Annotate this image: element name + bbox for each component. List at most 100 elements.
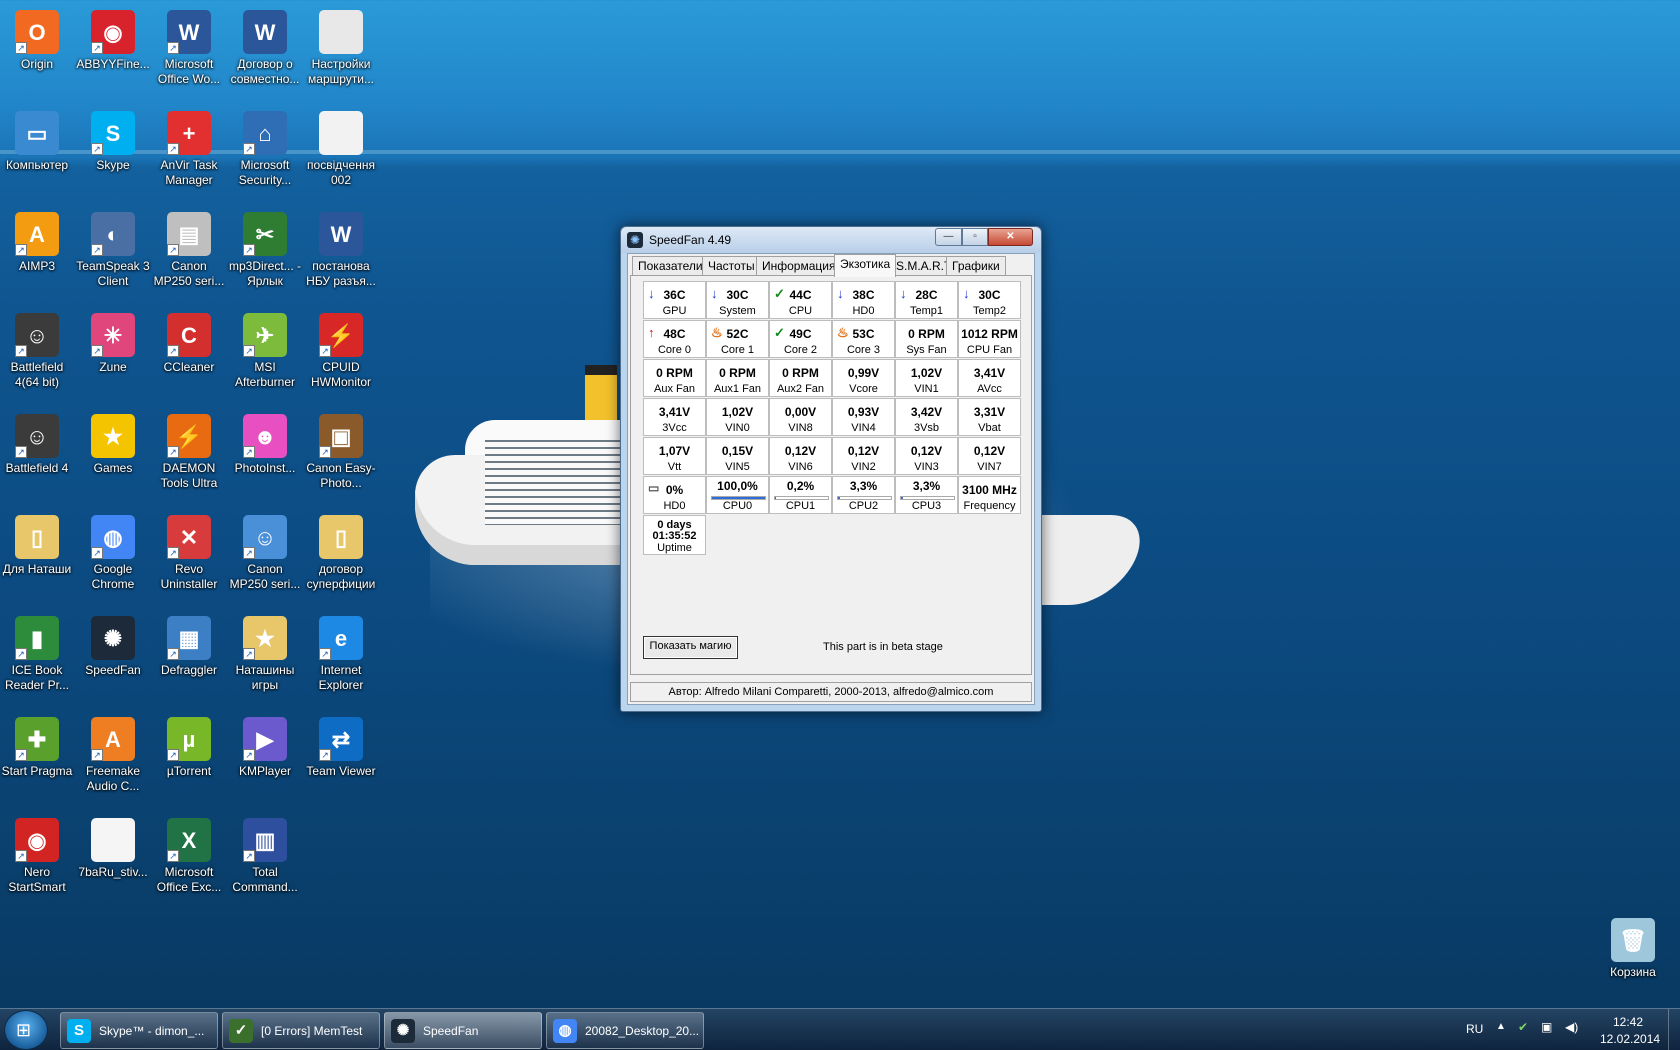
show-desktop-button[interactable] [1668,1009,1680,1050]
sensor-value: 1,02V [910,366,943,380]
desktop-icon[interactable]: 7baRu_stiv... [75,810,151,880]
tab-5[interactable]: Графики [946,256,1006,276]
uptime-time: 01:35:52 [652,530,697,542]
desktop-icon[interactable]: Wпостанова НБУ разъя... [303,204,379,289]
tab-2[interactable]: Информация [756,256,842,276]
ship-funnel [585,365,617,425]
taskbar-item[interactable]: ✺ SpeedFan [384,1012,542,1049]
volume-icon[interactable]: ◀) [1565,1020,1578,1034]
desktop-icon[interactable]: 🗑 Корзина [1595,910,1671,980]
icon-label: постанова НБУ разъя... [306,259,376,288]
desktop-icon[interactable]: ✈ ↗ MSI Afterburner [227,305,303,390]
desktop-icon[interactable]: ✚ ↗ Start Pragma [0,709,75,779]
sensor-value: 0 RPM [908,327,945,341]
windows-logo-icon: ⊞ [16,1020,32,1040]
desktop-icon[interactable]: ▦ ↗ Defraggler [151,608,227,678]
desktop-icon[interactable]: ▯ договор суперфиции [303,507,379,592]
network-icon[interactable]: ▣ [1541,1020,1552,1034]
icon-label: Microsoft Office Wo... [157,57,221,86]
desktop-icon[interactable]: ✕ ↗ Revo Uninstaller [151,507,227,592]
desktop-icon[interactable]: ✳ ↗ Zune [75,305,151,375]
desktop-icon[interactable]: ☻ ↗ PhotoInst... [227,406,303,476]
app-icon: + ↗ [167,111,211,155]
show-magic-button[interactable]: Показать магию [643,636,738,659]
desktop-icon[interactable]: S ↗ Skype [75,103,151,173]
taskbar-item[interactable]: S Skype™ - dimon_... [60,1012,218,1049]
desktop-icon[interactable]: ☺ ↗ Battlefield 4 [0,406,75,476]
start-button[interactable]: ⊞ [4,1010,48,1050]
desktop-icon[interactable]: µ ↗ µTorrent [151,709,227,779]
minimize-button[interactable]: — [935,228,962,246]
sensor-value: 0,12V [910,444,943,458]
desktop-icon[interactable]: C ↗ CCleaner [151,305,227,375]
tab-1[interactable]: Частоты [702,256,761,276]
icon-label: Defraggler [160,663,218,677]
desktop-icon[interactable]: ⇄ ↗ Team Viewer [303,709,379,779]
sensor-cell: 0,12V VIN2 [832,437,895,475]
maximize-button[interactable]: ▫ [962,228,988,246]
desktop-icon[interactable]: ★ Games [75,406,151,476]
app-icon: ▯ [319,515,363,559]
desktop-icon[interactable]: ☺ ↗ Canon MP250 seri... [227,507,303,592]
icon-label: Zune [99,360,127,374]
desktop-icon[interactable]: ☺ ↗ Battlefield 4(64 bit) [0,305,75,390]
icon-label: Canon MP250 seri... [229,562,301,591]
desktop-icon[interactable]: Настройки маршрути... [303,2,379,87]
desktop-icon[interactable]: O ↗ Origin [0,2,75,72]
shortcut-arrow-icon: ↗ [15,345,27,357]
sensor-value: 3,3% [912,479,941,493]
desktop-icon[interactable]: ✺ SpeedFan [75,608,151,678]
desktop-icon[interactable]: X ↗ Microsoft Office Exc... [151,810,227,895]
shortcut-arrow-icon: ↗ [243,446,255,458]
title-bar[interactable]: ✺ SpeedFan 4.49 — ▫ ✕ [621,227,1041,253]
window-title: SpeedFan 4.49 [649,233,732,247]
desktop-icon[interactable]: ⌂ ↗ Microsoft Security... [227,103,303,188]
icon-label: Microsoft Office Exc... [156,865,222,894]
taskbar-item[interactable]: ◍ 20082_Desktop_20... [546,1012,704,1049]
desktop-icon[interactable]: e ↗ Internet Explorer [303,608,379,693]
desktop-icon[interactable]: W Договор о совместно... [227,2,303,87]
icon-glyph [319,111,363,155]
desktop-icon[interactable]: ▮ ↗ ICE Book Reader Pr... [0,608,75,693]
desktop-icon[interactable]: ▤ ↗ Canon MP250 seri... [151,204,227,289]
sensor-cell: 0 RPM Sys Fan [895,320,958,358]
desktop-icon[interactable]: ▥ ↗ Total Command... [227,810,303,895]
clock-time[interactable]: 12:42 [1613,1015,1643,1029]
desktop-icon[interactable]: посвідчення 002 [303,103,379,188]
desktop-icon[interactable]: ▶ ↗ KMPlayer [227,709,303,779]
desktop-icon[interactable]: ▯ Для Наташи [0,507,75,577]
desktop-icon[interactable]: ★ ↗ Наташины игры [227,608,303,693]
close-button[interactable]: ✕ [988,228,1033,246]
taskbar-item[interactable]: ✓ [0 Errors] MemTest [222,1012,380,1049]
desktop-icon[interactable]: ⚡ ↗ DAEMON Tools Ultra [151,406,227,491]
desktop-icon[interactable]: ◉ ↗ ABBYYFine... [75,2,151,72]
clock-date[interactable]: 12.02.2014 [1600,1032,1660,1046]
desktop-icon[interactable]: ◍ ↗ Google Chrome [75,507,151,592]
desktop-icon[interactable]: ▣ ↗ Canon Easy-Photo... [303,406,379,491]
language-indicator[interactable]: RU [1466,1022,1483,1036]
desktop-icon[interactable]: A ↗ AIMP3 [0,204,75,274]
app-icon: ⚡ ↗ [167,414,211,458]
speedfan-window[interactable]: ✺ SpeedFan 4.49 — ▫ ✕ Показатели Частоты И… [620,226,1042,712]
tab-0[interactable]: Показатели [632,256,709,276]
desktop-icon[interactable]: ◐ ↗ TeamSpeak 3 Client [75,204,151,289]
desktop-icon[interactable]: ◉ ↗ Nero StartSmart [0,810,75,895]
shortcut-arrow-icon: ↗ [91,244,103,256]
tab-3[interactable]: Экзотика [834,254,897,277]
desktop-icon[interactable]: ⚡ ↗ CPUID HWMonitor [303,305,379,390]
sensor-cell: 3100 MHz Frequency [958,476,1021,514]
tray-app-icon[interactable]: ✔ [1518,1020,1528,1034]
app-icon: ✺ [91,616,135,660]
icon-label: Origin [20,57,53,71]
desktop-icon[interactable]: A ↗ Freemake Audio C... [75,709,151,794]
desktop-icon[interactable]: ✂ ↗ mp3Direct... - Ярлык [227,204,303,289]
app-icon: ☺ ↗ [15,414,59,458]
app-icon: ⇄ ↗ [319,717,363,761]
desktop-icon[interactable]: ▭ Компьютер [0,103,75,173]
sensor-cell: 0,12V VIN7 [958,437,1021,475]
show-hidden-icons-icon[interactable]: ▲ [1496,1021,1506,1032]
desktop-icon[interactable]: + ↗ AnVir Task Manager [151,103,227,188]
desktop-icon[interactable]: W ↗ Microsoft Office Wo... [151,2,227,87]
shortcut-arrow-icon: ↗ [319,345,331,357]
shortcut-arrow-icon: ↗ [15,850,27,862]
